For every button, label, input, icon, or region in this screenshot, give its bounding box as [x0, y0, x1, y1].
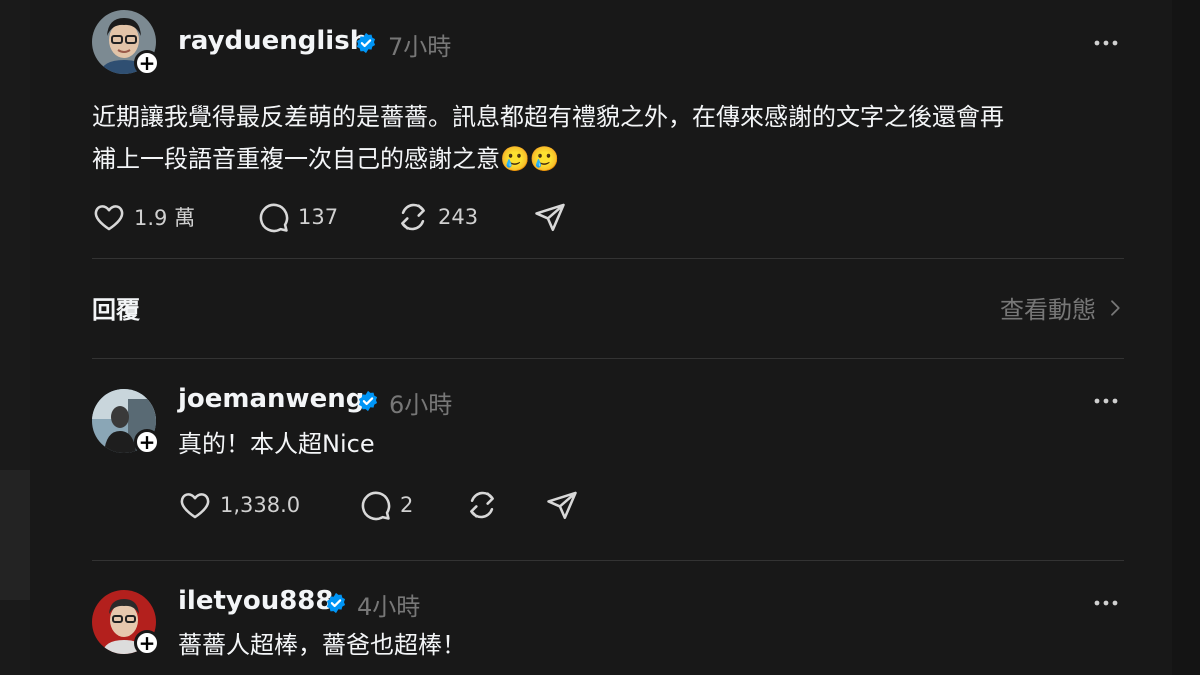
repost-button[interactable]: 243 — [396, 200, 478, 234]
reply-text: 真的！本人超Nice — [178, 430, 375, 458]
send-icon — [547, 491, 577, 520]
share-button[interactable] — [545, 488, 587, 522]
verified-badge-icon — [358, 390, 378, 412]
username[interactable]: joemanweng — [178, 384, 364, 414]
view-activity-label: 查看動態 — [1000, 296, 1096, 324]
repost-icon — [401, 203, 425, 231]
chevron-right-icon — [1111, 299, 1120, 316]
avatar[interactable]: + — [92, 10, 160, 76]
comment-count: 137 — [298, 205, 339, 229]
reply-time: 6小時 — [389, 391, 453, 419]
verified-badge-icon — [356, 32, 376, 54]
like-count: 1.9 萬 — [134, 206, 196, 230]
follow-plus-icon[interactable]: + — [134, 630, 160, 656]
send-icon — [535, 203, 565, 232]
comment-icon — [361, 491, 391, 521]
follow-plus-icon[interactable]: + — [134, 429, 160, 455]
comment-button[interactable]: 2 — [358, 488, 413, 522]
view-activity-link[interactable]: 查看動態 — [1000, 290, 1124, 325]
username[interactable]: iletyou888 — [178, 586, 333, 616]
more-options-icon[interactable] — [1094, 398, 1118, 404]
right-edge — [1172, 0, 1200, 675]
comment-button[interactable]: 137 — [256, 200, 338, 234]
divider — [92, 358, 1124, 359]
verified-badge-icon — [326, 592, 346, 614]
reply-time: 4小時 — [357, 593, 421, 621]
more-options-icon[interactable] — [1094, 40, 1118, 46]
repost-count: 243 — [438, 205, 479, 229]
post-text-line: 近期讓我覺得最反差萌的是薔薔。訊息都超有禮貌之外，在傳來感謝的文字之後還會再 — [92, 103, 1004, 131]
heart-icon — [180, 493, 210, 519]
more-options-icon[interactable] — [1094, 600, 1118, 606]
comment-icon — [259, 203, 289, 233]
post-text-line: 補上一段語音重複一次自己的感謝之意🥲🥲 — [92, 145, 560, 173]
heart-icon — [94, 205, 124, 231]
repost-icon — [470, 491, 494, 519]
divider — [92, 560, 1124, 561]
username[interactable]: rayduenglish — [178, 26, 368, 56]
share-button[interactable] — [533, 200, 575, 234]
post-time: 7小時 — [388, 33, 452, 61]
avatar[interactable]: + — [92, 389, 160, 455]
reply-text: 薔薔人超棒，薔爸也超棒！ — [178, 631, 466, 659]
left-edge — [0, 0, 30, 675]
thread-feed: + rayduenglish 7小時 近期讓我覺得最反差萌的是薔薔。訊息都超有禮… — [30, 0, 1172, 675]
like-button[interactable]: 1,338.0 — [178, 488, 300, 522]
post-text: 近期讓我覺得最反差萌的是薔薔。訊息都超有禮貌之外，在傳來感謝的文字之後還會再 補… — [92, 96, 1132, 180]
divider — [92, 258, 1124, 259]
replies-title: 回覆 — [92, 296, 140, 324]
repost-button[interactable] — [465, 488, 507, 522]
like-count: 1,338.0 — [220, 493, 301, 517]
like-button[interactable]: 1.9 萬 — [92, 200, 195, 234]
avatar[interactable]: + — [92, 590, 160, 656]
follow-plus-icon[interactable]: + — [134, 50, 160, 76]
comment-count: 2 — [400, 493, 414, 517]
